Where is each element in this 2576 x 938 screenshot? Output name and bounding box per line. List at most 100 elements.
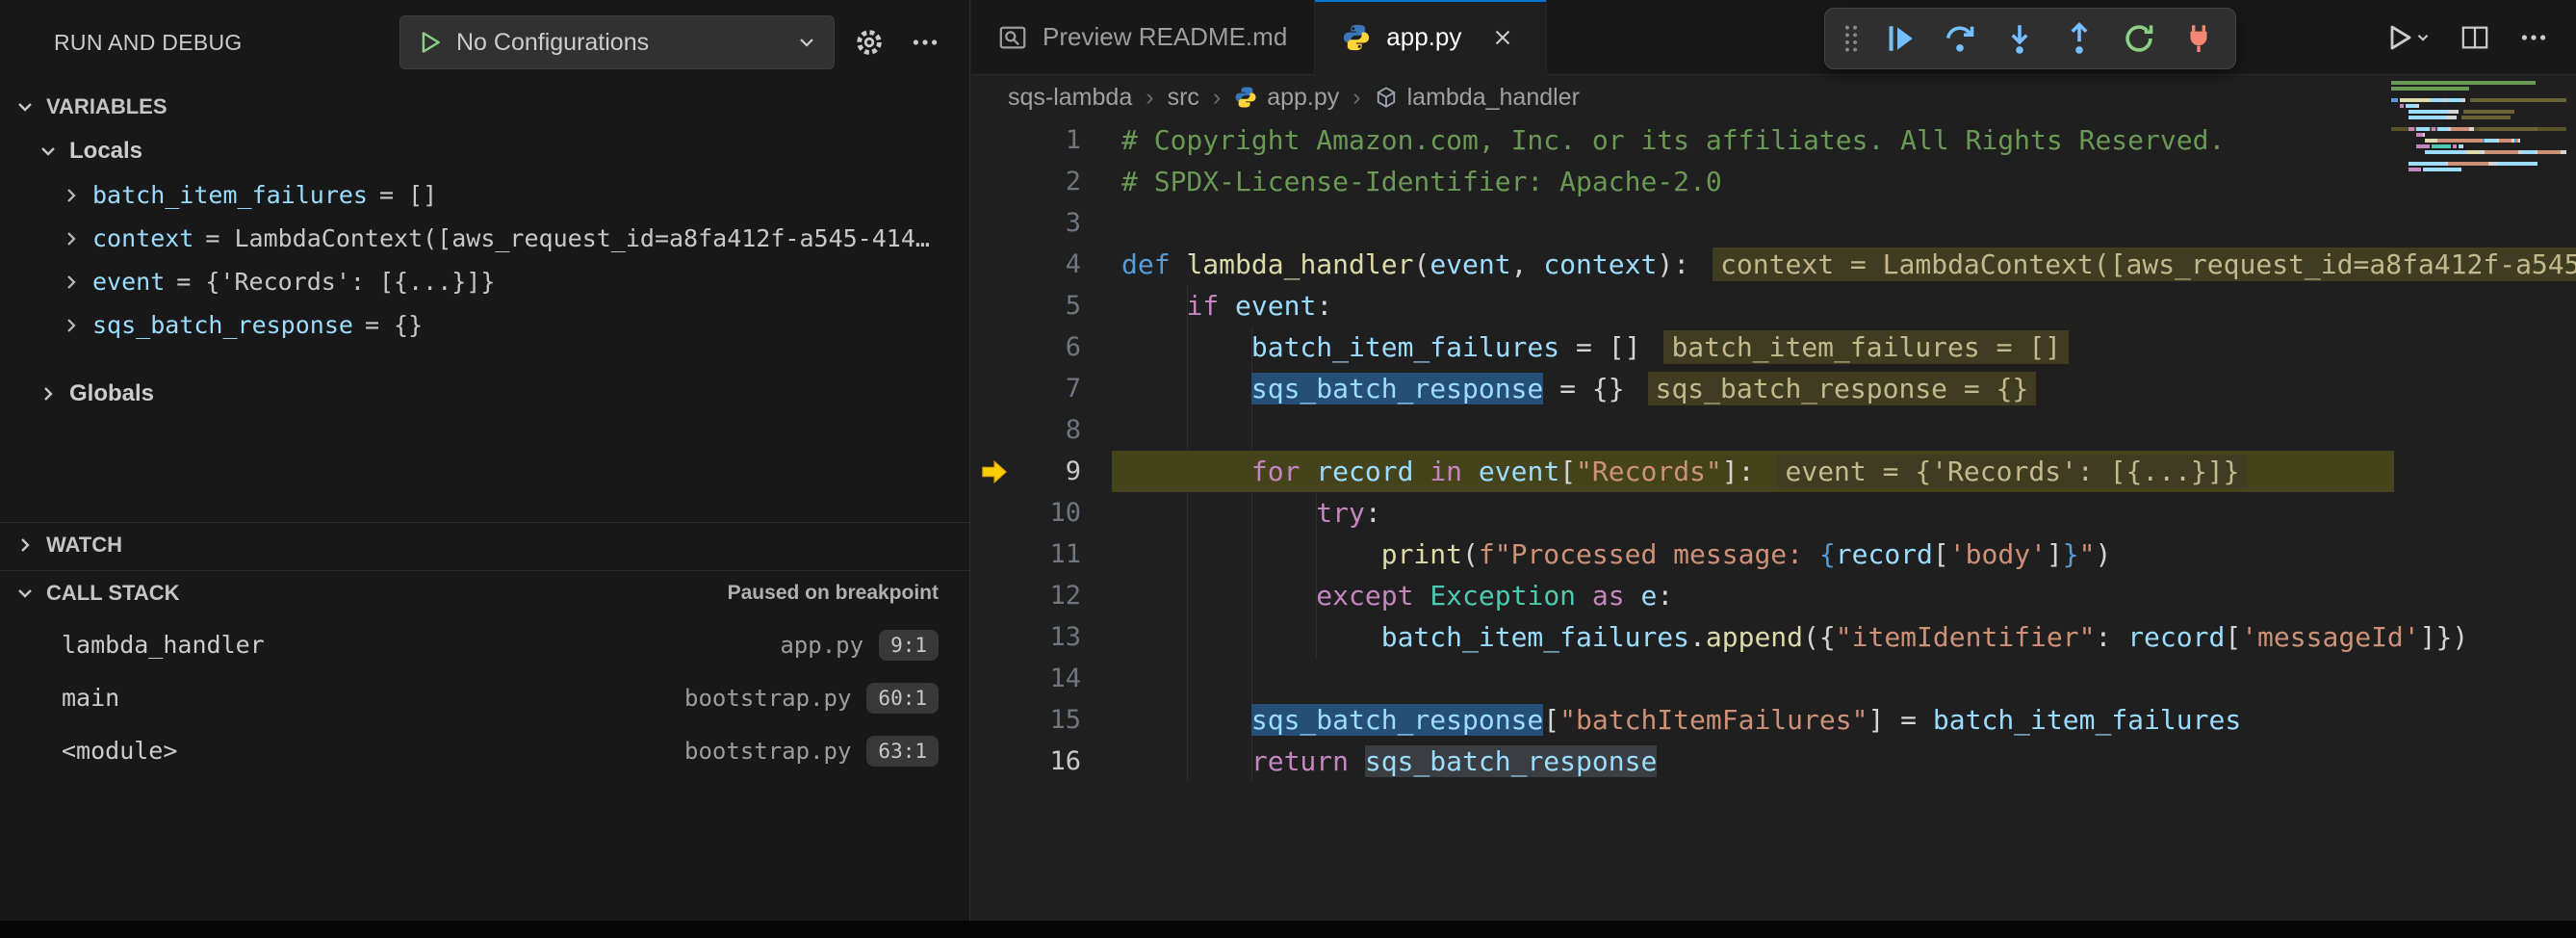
step-into-button[interactable] <box>1993 13 2047 64</box>
frame-location-badge: 60:1 <box>866 683 939 714</box>
line-number[interactable]: 11 <box>1025 539 1081 569</box>
line-content: try: <box>1081 497 1381 529</box>
line-number[interactable]: 14 <box>1025 664 1081 693</box>
line-content: batch_item_failures.append({"itemIdentif… <box>1081 621 2468 653</box>
inline-debug-value: event = {'Records': [{...}]} <box>1777 455 2247 488</box>
chevron-right-icon <box>37 382 60 405</box>
breadcrumb-item[interactable]: lambda_handler <box>1375 84 1580 112</box>
code-line[interactable]: 15 sqs_batch_response["batchItemFailures… <box>971 699 2576 741</box>
line-number[interactable]: 13 <box>1025 622 1081 652</box>
variable-row[interactable]: sqs_batch_response= {} <box>0 303 969 347</box>
debug-config-dropdown[interactable]: No Configurations <box>399 15 835 69</box>
variable-row[interactable]: context= LambdaContext([aws_request_id=a… <box>0 217 969 260</box>
line-number[interactable]: 15 <box>1025 705 1081 735</box>
current-frame-arrow-icon[interactable] <box>971 451 1025 492</box>
line-number[interactable]: 5 <box>1025 291 1081 321</box>
line-content: sqs_batch_response = {}sqs_batch_respons… <box>1081 373 2036 404</box>
code-line[interactable]: 1# Copyright Amazon.com, Inc. or its aff… <box>971 119 2576 161</box>
variable-row[interactable]: batch_item_failures= [] <box>0 173 969 217</box>
tab-app-py[interactable]: app.py <box>1315 0 1547 75</box>
line-number[interactable]: 12 <box>1025 581 1081 611</box>
run-python-file-button[interactable] <box>2383 22 2432 53</box>
gear-icon[interactable] <box>848 21 890 64</box>
scope-globals[interactable]: Globals <box>0 372 969 416</box>
inline-debug-value: sqs_batch_response = {} <box>1648 372 2037 405</box>
line-content: for record in event["Records"]:event = {… <box>1081 456 2248 487</box>
close-icon[interactable] <box>1486 21 1519 54</box>
variable-name: context <box>92 224 193 252</box>
code-line[interactable]: 13 batch_item_failures.append({"itemIden… <box>971 616 2576 658</box>
line-number[interactable]: 10 <box>1025 498 1081 528</box>
code-line[interactable]: 7 sqs_batch_response = {}sqs_batch_respo… <box>971 368 2576 409</box>
breadcrumb-item[interactable]: src <box>1168 84 1199 112</box>
stack-frame[interactable]: <module>bootstrap.py63:1 <box>0 724 969 777</box>
restart-button[interactable] <box>2112 13 2166 64</box>
code-line[interactable]: 3 <box>971 202 2576 244</box>
watch-section-header[interactable]: WATCH <box>0 522 969 566</box>
scope-locals[interactable]: Locals <box>0 129 969 173</box>
call-stack-section-label: CALL STACK <box>46 581 180 606</box>
code-line[interactable]: 4def lambda_handler(event, context):cont… <box>971 244 2576 285</box>
line-number[interactable]: 1 <box>1025 125 1081 155</box>
line-content: def lambda_handler(event, context):conte… <box>1081 248 2576 280</box>
glyph-margin <box>971 616 1025 658</box>
stack-frame[interactable]: mainbootstrap.py60:1 <box>0 671 969 724</box>
code-line[interactable]: 6 batch_item_failures = []batch_item_fai… <box>971 326 2576 368</box>
code-line[interactable]: 5 if event: <box>971 285 2576 326</box>
minimap[interactable] <box>2391 81 2566 173</box>
call-stack-section-header[interactable]: CALL STACK Paused on breakpoint <box>0 570 969 614</box>
more-actions-icon[interactable] <box>904 21 946 64</box>
line-number[interactable]: 9 <box>1025 456 1081 486</box>
disconnect-button[interactable] <box>2172 13 2226 64</box>
drag-handle-icon[interactable] <box>1835 13 1868 64</box>
tab-preview-readme[interactable]: Preview README.md <box>971 0 1315 75</box>
line-number[interactable]: 4 <box>1025 249 1081 279</box>
minimap-line <box>2391 139 2566 143</box>
chevron-right-icon <box>60 271 83 294</box>
code-line[interactable]: 8 <box>971 409 2576 451</box>
more-actions-icon[interactable] <box>2518 22 2549 53</box>
line-number[interactable]: 6 <box>1025 332 1081 362</box>
minimap-line <box>2391 98 2566 102</box>
split-editor-icon[interactable] <box>2460 23 2489 52</box>
breadcrumb-item[interactable]: sqs-lambda <box>1008 84 1132 112</box>
window-bottom-edge <box>0 921 2576 938</box>
step-over-button[interactable] <box>1933 13 1987 64</box>
inline-debug-value: batch_item_failures = [] <box>1663 330 2069 364</box>
code-line[interactable]: 9 for record in event["Records"]:event =… <box>971 451 2576 492</box>
variable-name: sqs_batch_response <box>92 311 353 339</box>
breadcrumb-item[interactable]: app.py <box>1234 84 1339 112</box>
line-content: batch_item_failures = []batch_item_failu… <box>1081 331 2069 363</box>
line-number[interactable]: 2 <box>1025 167 1081 196</box>
code-line[interactable]: 2# SPDX-License-Identifier: Apache-2.0 <box>971 161 2576 202</box>
line-number[interactable]: 16 <box>1025 746 1081 776</box>
code-line[interactable]: 12 except Exception as e: <box>971 575 2576 616</box>
stack-frame[interactable]: lambda_handlerapp.py9:1 <box>0 618 969 671</box>
minimap-line <box>2391 87 2566 91</box>
variables-section-header[interactable]: VARIABLES <box>0 85 969 129</box>
variable-row[interactable]: event= {'Records': [{...}]} <box>0 260 969 303</box>
breadcrumb-separator: › <box>1146 84 1153 112</box>
line-number[interactable]: 7 <box>1025 374 1081 404</box>
code-line[interactable]: 14 <box>971 658 2576 699</box>
start-debug-icon[interactable] <box>416 29 443 56</box>
line-content: print(f"Processed message: {record['body… <box>1081 538 2111 570</box>
step-out-button[interactable] <box>2052 13 2106 64</box>
chevron-down-icon <box>13 582 37 605</box>
continue-button[interactable] <box>1873 13 1927 64</box>
scope-locals-label: Locals <box>69 138 142 165</box>
chevron-down-icon <box>795 31 818 54</box>
glyph-margin <box>971 492 1025 534</box>
inline-debug-value: context = LambdaContext([aws_request_id=… <box>1713 248 2576 281</box>
code-line[interactable]: 16 return sqs_batch_response <box>971 741 2576 782</box>
minimap-line <box>2391 168 2566 171</box>
code-line[interactable]: 10 try: <box>971 492 2576 534</box>
code-line[interactable]: 11 print(f"Processed message: {record['b… <box>971 534 2576 575</box>
code-editor[interactable]: 1# Copyright Amazon.com, Inc. or its aff… <box>971 119 2576 921</box>
line-number[interactable]: 3 <box>1025 208 1081 238</box>
glyph-margin <box>971 575 1025 616</box>
run-and-debug-sidebar: RUN AND DEBUG No Configurations VARIABLE… <box>0 0 970 921</box>
frame-name: <module> <box>62 737 177 765</box>
line-number[interactable]: 8 <box>1025 415 1081 445</box>
glyph-margin <box>971 699 1025 741</box>
